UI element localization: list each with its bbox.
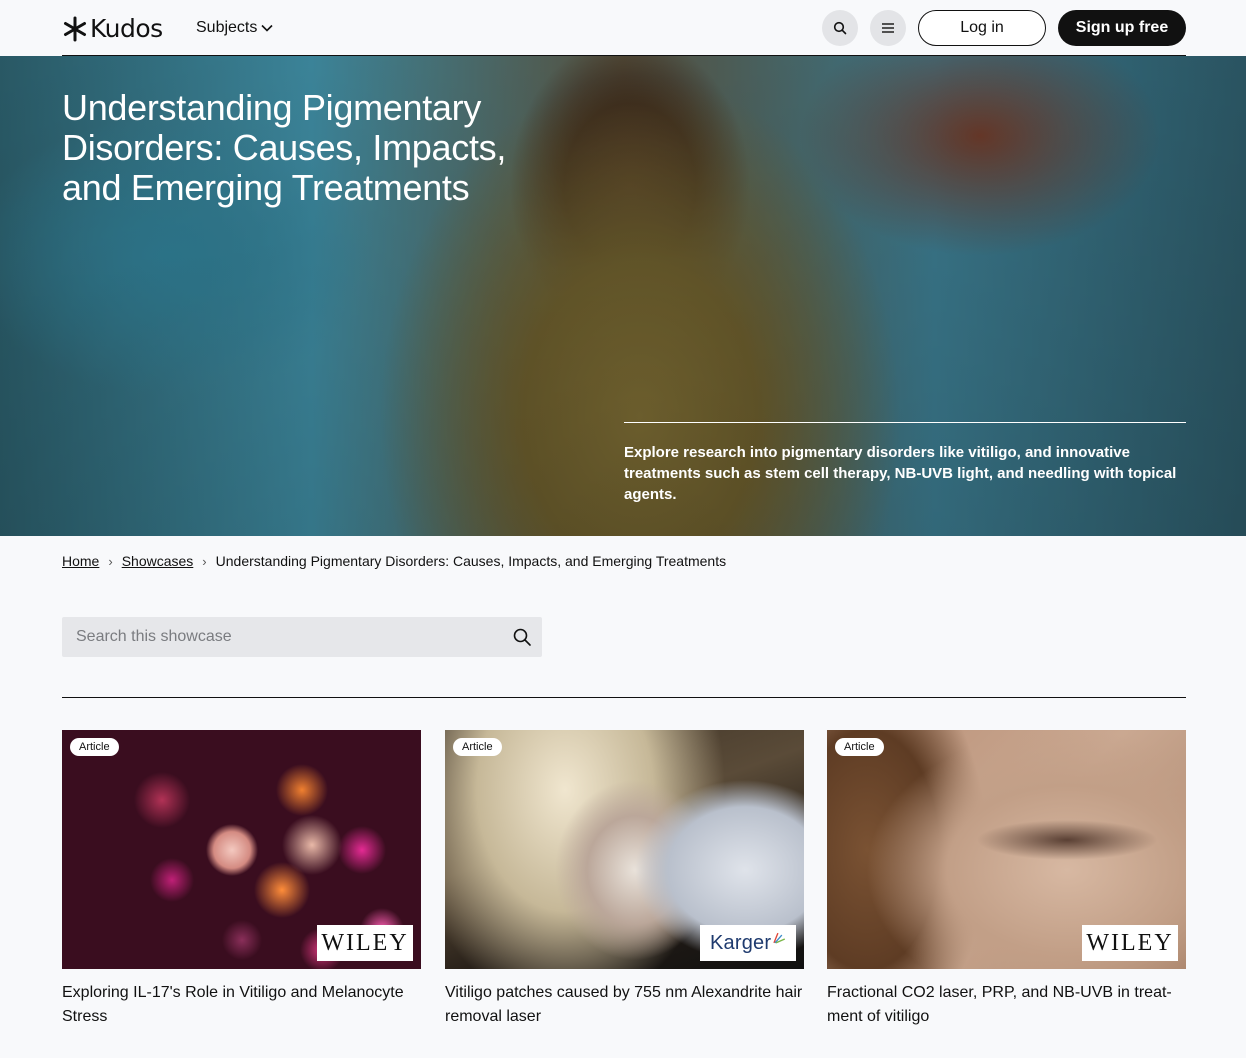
article-thumbnail[interactable]: Article Karger xyxy=(445,730,804,969)
hamburger-menu-icon xyxy=(882,23,894,33)
article-badge: Article xyxy=(835,738,884,756)
search-icon xyxy=(833,21,847,35)
kudos-logo[interactable]: Kudos xyxy=(62,14,163,43)
publisher-name: Karger xyxy=(710,931,772,954)
site-header: Kudos Subjects Log in Sign up free xyxy=(0,0,1246,56)
article-badge: Article xyxy=(70,738,119,756)
article-card[interactable]: Article Karger Vitiligo patches caused b… xyxy=(445,730,804,1029)
signup-button[interactable]: Sign up free xyxy=(1058,10,1186,46)
article-thumbnail[interactable]: Article WILEY xyxy=(62,730,421,969)
breadcrumb-showcases-link[interactable]: Showcases xyxy=(122,553,194,569)
login-button[interactable]: Log in xyxy=(918,10,1046,46)
section-divider xyxy=(62,697,1186,698)
publisher-name: WILEY xyxy=(1086,929,1174,956)
logo-text: Kudos xyxy=(90,14,163,43)
breadcrumb-current: Understanding Pigmentary Disorders: Caus… xyxy=(215,553,727,569)
page-title: Understanding Pigmentary Disorders: Caus… xyxy=(62,87,507,208)
chevron-down-icon xyxy=(261,24,273,32)
asterisk-logo-icon xyxy=(64,16,86,41)
publisher-name: WILEY xyxy=(321,929,409,956)
article-badge: Article xyxy=(453,738,502,756)
article-title[interactable]: Vitiligo patches caused by 755 nm Alexan… xyxy=(445,981,804,1029)
breadcrumb-home-link[interactable]: Home xyxy=(62,553,99,569)
header-search-button[interactable] xyxy=(822,10,858,46)
chevron-right-icon: › xyxy=(108,553,113,569)
karger-burst-icon xyxy=(773,932,786,944)
breadcrumb: Home › Showcases › Understanding Pigment… xyxy=(62,553,726,569)
showcase-search xyxy=(62,617,542,657)
wiley-logo: WILEY xyxy=(1082,925,1178,961)
article-card[interactable]: Article WILEY Exploring IL-17's Role in … xyxy=(62,730,421,1029)
hero-description: Explore research into pigmentary disorde… xyxy=(624,444,1177,503)
wiley-logo: WILEY xyxy=(317,925,413,961)
showcase-search-input[interactable] xyxy=(62,617,482,657)
article-thumbnail[interactable]: Article WILEY xyxy=(827,730,1186,969)
article-title[interactable]: Exploring IL-17's Role in Vitiligo and M… xyxy=(62,981,421,1029)
subjects-label: Subjects xyxy=(196,19,258,36)
search-icon[interactable] xyxy=(512,627,532,647)
article-card[interactable]: Article WILEY Fractional CO2 laser, PRP,… xyxy=(827,730,1186,1029)
menu-button[interactable] xyxy=(870,10,906,46)
subjects-dropdown[interactable]: Subjects xyxy=(196,19,273,37)
chevron-right-icon: › xyxy=(202,553,207,569)
karger-logo: Karger xyxy=(700,925,796,961)
hero-banner: Understanding Pigmentary Disorders: Caus… xyxy=(0,56,1246,536)
article-title[interactable]: Fractional CO2 laser, PRP, and NB-UVB in… xyxy=(827,981,1186,1029)
hero-divider xyxy=(624,422,1186,423)
